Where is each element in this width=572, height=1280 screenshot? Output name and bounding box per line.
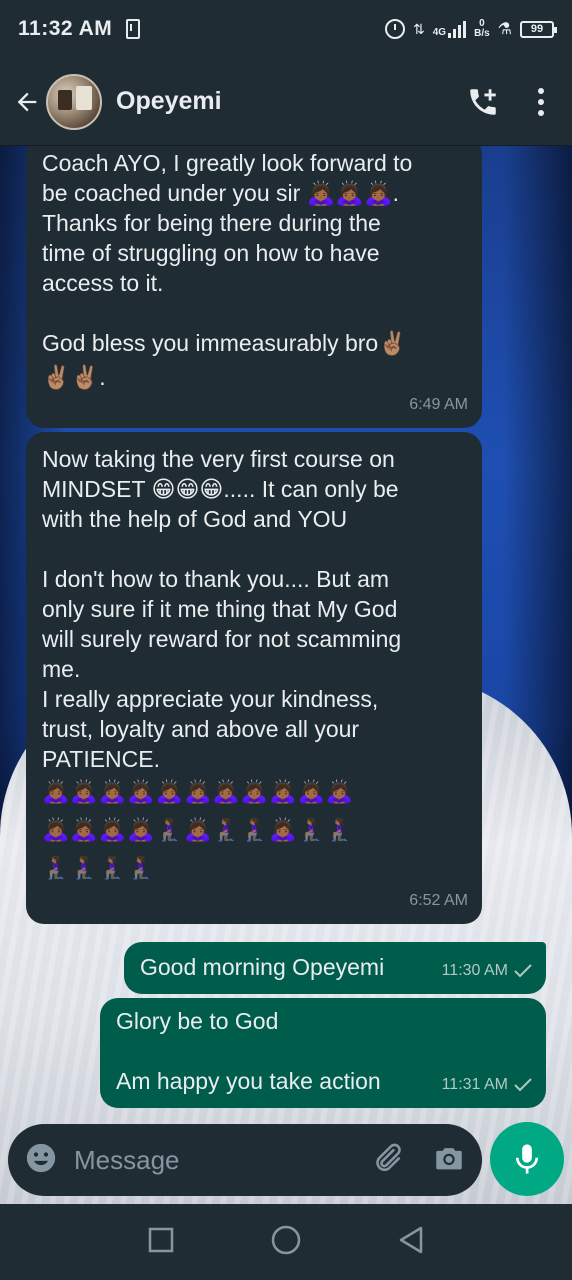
message-line: trust, loyalty and above all your: [42, 716, 360, 742]
avatar[interactable]: [46, 73, 102, 130]
network-type: 4G: [432, 27, 447, 38]
home-icon[interactable]: [270, 1224, 302, 1261]
status-indicators: ⇅ 4G 0 B/s ⚗ 99: [385, 19, 557, 39]
message-time: 6:52 AM: [409, 892, 468, 909]
message-line: I really appreciate your kindness,: [42, 686, 379, 712]
message-line: only sure if it me thing that My God: [42, 596, 398, 622]
contact-name[interactable]: Opeyemi: [116, 87, 222, 116]
status-bar: 11:32 AM ⇅ 4G 0 B/s ⚗ 99: [0, 0, 572, 58]
flask-icon: ⚗: [497, 21, 512, 38]
emoji-row: 🙇🏾‍♀️🙇🏾‍♀️🙇🏾‍♀️🙇🏾‍♀️🧎🏾‍♀️🙇🏾‍♀️🧎🏾‍♀️🧎🏾‍♀️…: [42, 818, 355, 843]
network-indicator: 4G: [432, 20, 467, 38]
message-time: 11:30 AM: [442, 956, 532, 986]
alarm-icon: [385, 19, 406, 39]
message-time-text: 11:31 AM: [441, 1076, 508, 1093]
message-line: PATIENCE.: [42, 746, 160, 772]
message-time: 11:31 AM: [442, 1070, 532, 1100]
message-spacer: [42, 534, 466, 564]
message-line: will surely reward for not scamming: [42, 626, 402, 652]
message-input[interactable]: [74, 1144, 344, 1176]
composer: [0, 1118, 572, 1204]
message-spacer: [116, 1036, 530, 1066]
message-incoming[interactable]: Coach AYO, I greatly look forward to be …: [26, 146, 482, 428]
composer-actions: [370, 1141, 466, 1180]
status-time: 11:32 AM: [18, 17, 113, 40]
recents-icon[interactable]: [147, 1226, 175, 1259]
emoji-icon[interactable]: [24, 1141, 58, 1180]
data-speed: 0 B/s: [474, 19, 490, 39]
message-line: with the help of God and YOU: [42, 506, 348, 532]
message-line: Coach AYO, I greatly look forward to: [42, 150, 413, 176]
more-vert-icon[interactable]: [536, 87, 546, 117]
emoji-row: 🙇🏾‍♀️🙇🏾‍♀️🙇🏾‍♀️🙇🏾‍♀️🙇🏾‍♀️🙇🏾‍♀️🙇🏾‍♀️🙇🏾‍♀️…: [42, 780, 355, 805]
check-icon: [514, 1078, 532, 1092]
message-incoming[interactable]: Now taking the very first course on MIND…: [26, 432, 482, 924]
signal-icon: [448, 20, 467, 38]
message-outgoing[interactable]: Glory be to God Am happy you take action…: [100, 998, 546, 1108]
message-outgoing[interactable]: Good morning Opeyemi 11:30 AM: [124, 942, 546, 994]
message-composer: [8, 1124, 482, 1196]
back-arrow-icon[interactable]: [12, 87, 42, 117]
message-line: MINDSET 😁😁😁..... It can only be: [42, 476, 399, 502]
message-line: be coached under you sir 🙇🏾‍♀️🙇🏾‍♀️🙇🏾‍♀️…: [42, 180, 399, 206]
battery-level: 99: [530, 23, 544, 35]
message-line: I don't how to thank you.... But am: [42, 566, 390, 592]
chat-header: Opeyemi: [0, 58, 572, 146]
add-call-icon[interactable]: [466, 85, 500, 119]
paperclip-icon[interactable]: [370, 1141, 404, 1180]
message-line: me.: [42, 656, 81, 682]
data-arrows-icon: ⇅: [413, 20, 425, 37]
mic-icon: [515, 1144, 539, 1174]
message-line: Now taking the very first course on: [42, 446, 395, 472]
emoji-row: 🧎🏾‍♀️🧎🏾‍♀️🧎🏾‍♀️🧎🏾‍♀️: [42, 856, 156, 881]
message-time-text: 11:30 AM: [441, 962, 508, 979]
message-line: God bless you immeasurably bro✌🏽: [42, 330, 407, 356]
message-line: time of struggling on how to have: [42, 240, 380, 266]
message-spacer: [42, 298, 466, 328]
message-line: Glory be to God: [116, 1008, 279, 1034]
sim-icon: [126, 19, 141, 39]
data-speed-unit: B/s: [474, 28, 490, 39]
camera-icon[interactable]: [432, 1141, 466, 1180]
message-line: ✌🏽✌🏽.: [42, 364, 106, 390]
message-line: access to it.: [42, 270, 164, 296]
header-actions: [466, 85, 560, 119]
mic-button[interactable]: [490, 1122, 564, 1196]
back-nav-icon[interactable]: [397, 1225, 425, 1260]
message-time: 6:49 AM: [409, 396, 468, 413]
message-line: Thanks for being there during the: [42, 210, 381, 236]
check-icon: [514, 964, 532, 978]
chat-area[interactable]: Coach AYO, I greatly look forward to be …: [0, 146, 572, 1204]
system-nav-bar: [0, 1204, 572, 1280]
battery-icon: 99: [520, 20, 557, 38]
